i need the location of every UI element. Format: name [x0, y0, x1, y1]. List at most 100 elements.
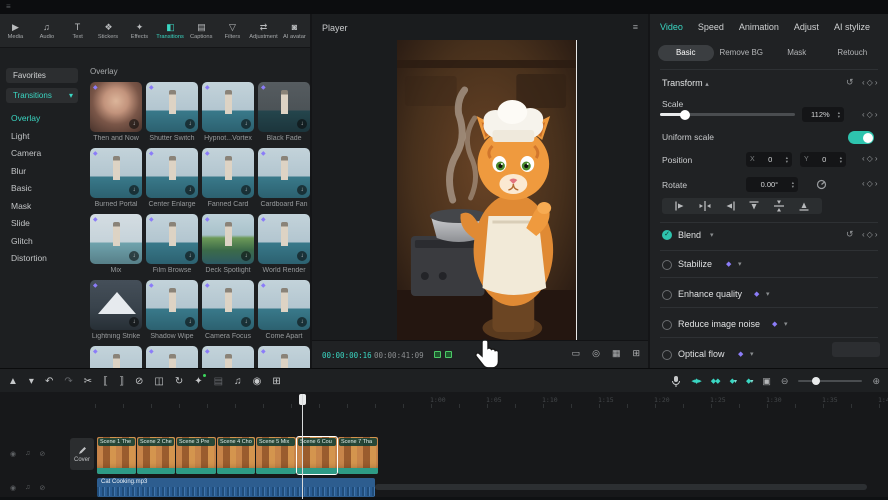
properties-tab[interactable]: Animation — [739, 22, 779, 32]
position-x-box[interactable]: X 0 ▴▾ — [746, 152, 792, 167]
mute-track-icon[interactable]: ♫ — [25, 484, 30, 492]
download-icon[interactable]: ↓ — [241, 119, 251, 129]
download-icon[interactable]: ↓ — [185, 317, 195, 327]
delete-icon[interactable]: ⊘ — [135, 376, 143, 387]
blend-keyframe-control[interactable]: ‹◇› — [862, 230, 878, 239]
blend-expand-icon[interactable]: ▾ — [710, 231, 714, 239]
stepper[interactable]: ▴▾ — [792, 181, 794, 189]
video-clip[interactable]: Scene 3 Pre — [176, 437, 216, 474]
tab-ai-avatar[interactable]: ◙ AI avatar — [279, 14, 310, 47]
optical-flow-mode-button[interactable] — [832, 342, 880, 357]
mirror-preview-icon[interactable]: ▦ — [612, 348, 621, 359]
download-icon[interactable]: ↓ — [185, 185, 195, 195]
ratio-icon[interactable]: ▭ — [572, 348, 581, 359]
category-item[interactable]: Overlay — [0, 110, 86, 128]
tab-captions[interactable]: ▤ Captions — [186, 14, 217, 47]
frame-indicator-icon[interactable] — [445, 351, 452, 358]
download-icon[interactable]: ↓ — [185, 119, 195, 129]
zoom-in-icon[interactable]: ⊕ — [872, 376, 880, 387]
microphone-icon[interactable] — [671, 375, 681, 388]
align-bottom-icon[interactable] — [798, 200, 810, 212]
lock-track-icon[interactable]: ⊘ — [39, 484, 45, 492]
video-preview[interactable] — [397, 40, 577, 342]
tab-transitions[interactable]: ◧ Transitions — [155, 14, 186, 47]
position-y-box[interactable]: Y 0 ▴▾ — [800, 152, 846, 167]
properties-subtab[interactable]: Retouch — [825, 45, 881, 61]
properties-tab[interactable]: Speed — [698, 22, 724, 32]
select-tool-icon[interactable]: ▲ — [8, 376, 18, 387]
video-clip[interactable]: Scene 7 Tha — [338, 437, 378, 474]
video-clip[interactable]: Scene 4 Cho — [217, 437, 255, 474]
download-icon[interactable]: ↓ — [129, 317, 139, 327]
keyframe-prev-icon[interactable]: ‹ — [862, 78, 865, 87]
properties-subtab[interactable]: Mask — [769, 45, 825, 61]
optical-flow-expand-icon[interactable]: ▾ — [750, 350, 754, 358]
enhance-quality-checkbox[interactable] — [662, 290, 672, 300]
category-item[interactable]: Glitch — [0, 233, 86, 251]
reduce-noise-expand-icon[interactable]: ▾ — [784, 320, 788, 328]
delete-left-icon[interactable]: ⟦ — [103, 376, 108, 387]
optical-flow-checkbox[interactable] — [662, 350, 672, 360]
stepper[interactable]: ▴▾ — [786, 156, 788, 164]
transition-card[interactable]: ◆ ↓ Black Fade — [258, 82, 310, 144]
timeline-ruler[interactable]: 1:00 1:05 1:10 1:15 1:20 1:25 1:30 1:35 … — [95, 394, 888, 408]
download-icon[interactable]: ↓ — [185, 251, 195, 261]
edit-cover-button[interactable]: Cover — [70, 438, 94, 470]
frame-indicator-icon[interactable] — [434, 351, 441, 358]
transform-reset-icon[interactable]: ↺ — [846, 77, 854, 88]
tab-text[interactable]: T Text — [62, 14, 93, 47]
properties-tab[interactable]: AI stylize — [834, 22, 870, 32]
download-icon[interactable]: ↓ — [129, 119, 139, 129]
download-icon[interactable]: ↓ — [241, 185, 251, 195]
download-icon[interactable]: ↓ — [129, 185, 139, 195]
download-icon[interactable]: ↓ — [297, 317, 307, 327]
align-center-horizontal-icon[interactable] — [699, 200, 711, 212]
category-item[interactable]: Blur — [0, 163, 86, 181]
transition-card[interactable]: ◆ ↓ Cardboard Fan — [258, 148, 310, 210]
rotate-dial-icon[interactable] — [816, 179, 827, 190]
transition-card[interactable]: ◆ ↓ Shadow Wipe — [146, 280, 198, 342]
zoom-slider-handle[interactable] — [812, 377, 820, 385]
undo-icon[interactable]: ↶ — [45, 376, 53, 387]
tab-stickers[interactable]: ❖ Stickers — [93, 14, 124, 47]
chroma-key-icon[interactable]: ◉ — [253, 376, 262, 387]
transition-card[interactable]: ◆ ↓ Hypnot...Vortex — [202, 82, 254, 144]
download-icon[interactable]: ↓ — [297, 185, 307, 195]
stepper[interactable]: ▴ ▾ — [838, 111, 840, 119]
app-menu-icon[interactable]: ≡ — [6, 2, 11, 11]
transition-card[interactable]: ◆ ↓ Film Browse — [146, 214, 198, 276]
scale-value-box[interactable]: 112% ▴ ▾ — [802, 107, 844, 122]
hide-track-icon[interactable]: ◉ — [10, 450, 16, 458]
stabilize-expand-icon[interactable]: ▾ — [738, 260, 742, 268]
transition-card[interactable]: ◆ ↓ Deck Spotlight — [202, 214, 254, 276]
player-menu-icon[interactable]: ≡ — [633, 22, 638, 32]
video-clip[interactable]: Scene 5 Mix — [256, 437, 296, 474]
reverse-icon[interactable]: ↻ — [175, 376, 183, 387]
category-item[interactable]: Camera — [0, 145, 86, 163]
category-item[interactable]: Mask — [0, 198, 86, 216]
snapshot-icon[interactable]: ◎ — [592, 348, 600, 359]
smart-tools-icon[interactable]: ✦ — [194, 376, 202, 387]
keyframe-add-button[interactable]: ◆◆ — [711, 377, 720, 385]
transition-card[interactable]: ◆ ↓ Mix — [90, 214, 142, 276]
tracks-icon[interactable]: ▤ — [214, 376, 223, 387]
favorites-button[interactable]: Favorites — [6, 68, 78, 83]
tab-media[interactable]: ▶ Media — [0, 14, 31, 47]
transition-card[interactable]: ◆ ↓ Burned Portal — [90, 148, 142, 210]
keyframe-next-icon[interactable]: › — [875, 78, 878, 87]
grid-overlay-icon[interactable]: ⊞ — [272, 376, 280, 387]
video-clip[interactable]: Scene 6 Cou — [297, 437, 337, 474]
tab-adjustment[interactable]: ⇄ Adjustment — [248, 14, 279, 47]
video-clip[interactable]: Scene 2 Che — [137, 437, 175, 474]
extract-audio-icon[interactable]: ♫ — [234, 376, 242, 387]
split-icon[interactable]: ✂ — [84, 376, 92, 387]
reduce-noise-checkbox[interactable] — [662, 320, 672, 330]
tab-effects[interactable]: ✦ Effects — [124, 14, 155, 47]
properties-tab[interactable]: Adjust — [794, 22, 819, 32]
download-icon[interactable]: ↓ — [241, 251, 251, 261]
collapse-icon[interactable]: ▴ — [705, 81, 709, 88]
keyframe-options-button[interactable]: ◆▾ — [746, 377, 752, 385]
fullscreen-icon[interactable]: ⊞ — [632, 348, 640, 359]
uniform-scale-toggle[interactable] — [848, 131, 874, 144]
download-icon[interactable]: ↓ — [129, 251, 139, 261]
